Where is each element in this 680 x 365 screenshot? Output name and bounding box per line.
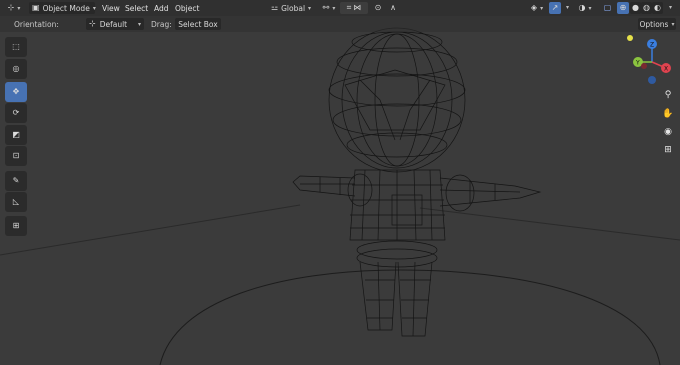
- snap-toggle[interactable]: ⌗ ⋈: [340, 2, 368, 14]
- eye-icon: ◈: [530, 3, 538, 12]
- tool-measure[interactable]: ◺: [5, 192, 27, 212]
- pivot-dropdown[interactable]: ⚯ ▾: [318, 2, 340, 14]
- tool-scale[interactable]: ◩: [5, 125, 27, 145]
- measure-icon: ◺: [12, 197, 20, 206]
- mode-label: Object Mode: [42, 3, 90, 13]
- snap-icon: ⌗: [346, 3, 352, 12]
- snap-target-icon: ⋈: [353, 3, 362, 12]
- tool-select-box[interactable]: ⬚: [5, 37, 27, 57]
- tool-settings-bar: Orientation: ⊹ Default ▾ Drag: Select Bo…: [0, 16, 680, 32]
- orientation-setting-dropdown[interactable]: ⊹ Default ▾: [86, 18, 144, 30]
- chevron-down-icon: ▾: [17, 4, 21, 12]
- orientation-icon: ⚍: [270, 3, 279, 12]
- proportional-icon: ⊙: [374, 3, 382, 12]
- options-label: Options: [639, 19, 669, 29]
- gizmo-y-label: Y: [635, 60, 640, 67]
- scale-icon: ◩: [12, 130, 20, 139]
- viewport-header: ⊹ ▾ ▣ Object Mode ▾ View Select Add Objec…: [0, 0, 680, 16]
- overlays-icon: ◑: [578, 3, 586, 12]
- mode-dropdown[interactable]: ▣ Object Mode ▾: [29, 2, 96, 14]
- navigation-gizmo[interactable]: Z X Y: [622, 32, 680, 92]
- wireframe-sphere-icon: ⊕: [619, 3, 627, 12]
- gizmo-icon: ↗: [551, 3, 559, 12]
- tool-cursor[interactable]: ◎: [5, 59, 27, 79]
- drag-setting-label: Drag:: [151, 19, 172, 29]
- rendered-sphere-icon: ◐: [654, 3, 661, 12]
- tool-annotate[interactable]: ✎: [5, 171, 27, 191]
- orientation-label: Global: [281, 3, 306, 13]
- camera-icon: ◉: [664, 127, 672, 137]
- transform-orientation-dropdown[interactable]: ⚍ Global ▾: [267, 2, 315, 14]
- menu-object[interactable]: Object: [175, 2, 199, 14]
- chevron-down-icon: ▾: [308, 4, 312, 12]
- menu-select[interactable]: Select: [125, 2, 148, 14]
- hand-icon: ✋: [662, 109, 674, 119]
- gizmo-neg-x-axis: [641, 63, 647, 69]
- ground-circle: [159, 269, 661, 365]
- annotate-icon: ✎: [12, 176, 20, 185]
- material-sphere-icon: ◍: [643, 3, 650, 12]
- floor-grid-line: [419, 207, 680, 241]
- select-box-icon: ⬚: [12, 42, 20, 51]
- editor-type-button[interactable]: ⊹ ▾: [3, 2, 25, 14]
- character-wireframe: [292, 27, 542, 337]
- falloff-curve-icon: ∧: [390, 3, 396, 12]
- options-dropdown[interactable]: Options ▾: [638, 18, 676, 30]
- light-icon: [627, 35, 633, 41]
- object-mode-icon: ▣: [32, 3, 40, 12]
- tool-add-cube[interactable]: ⊞: [5, 216, 27, 236]
- grid-icon: ⊞: [664, 145, 672, 155]
- camera-view-button[interactable]: ◉: [661, 125, 675, 139]
- gizmo-toggle[interactable]: ↗: [549, 2, 561, 14]
- solid-sphere-icon: ●: [632, 3, 639, 12]
- xray-icon: ▢: [603, 3, 612, 12]
- falloff-button[interactable]: ∧: [386, 2, 400, 14]
- floor-grid-line: [0, 204, 301, 256]
- chevron-down-icon: ▾: [92, 4, 96, 12]
- add-cube-icon: ⊞: [12, 221, 20, 230]
- magnifier-icon: ⚲: [664, 90, 672, 100]
- overlays-dropdown[interactable]: ◑ ▾: [575, 2, 595, 14]
- zoom-button[interactable]: ⚲: [661, 88, 675, 102]
- drag-setting-dropdown[interactable]: Select Box: [175, 18, 221, 30]
- orientation-setting-label: Orientation:: [14, 19, 59, 29]
- show-gizmo-dropdown[interactable]: ◈ ▾: [527, 2, 547, 14]
- drag-setting-value: Select Box: [178, 19, 218, 29]
- 3d-viewport[interactable]: [0, 0, 680, 365]
- pan-button[interactable]: ✋: [661, 107, 675, 121]
- gizmo-z-label: Z: [650, 42, 654, 49]
- move-icon: ✥: [12, 87, 20, 96]
- tool-transform[interactable]: ⊡: [5, 146, 27, 166]
- tool-move[interactable]: ✥: [5, 82, 27, 102]
- gizmo-x-label: X: [664, 66, 668, 73]
- link-icon: ⚯: [322, 3, 330, 12]
- chevron-down-icon: ▾: [332, 4, 336, 12]
- shading-rendered-button[interactable]: ◐: [652, 2, 663, 14]
- chevron-down-icon: ▾: [137, 20, 141, 28]
- chevron-down-icon: ▾: [671, 20, 675, 28]
- shading-wireframe-button[interactable]: ⊕: [617, 2, 629, 14]
- gizmo-neg-z-axis: [648, 76, 656, 84]
- shading-material-button[interactable]: ◍: [641, 2, 652, 14]
- chevron-down-icon: ▾: [588, 4, 592, 12]
- rotate-icon: ⟳: [12, 108, 20, 117]
- menu-add[interactable]: Add: [154, 2, 169, 14]
- chevron-down-icon[interactable]: ▾: [669, 4, 672, 11]
- orientation-axes-icon: ⊹: [89, 19, 96, 28]
- transform-icon: ⊡: [12, 151, 20, 160]
- chevron-down-icon[interactable]: ▾: [566, 4, 569, 11]
- cursor-icon: ◎: [12, 64, 20, 73]
- tool-rotate[interactable]: ⟳: [5, 103, 27, 123]
- axes-icon: ⊹: [7, 3, 15, 12]
- orientation-setting-value: Default: [99, 19, 128, 29]
- proportional-editing-button[interactable]: ⊙: [370, 2, 386, 14]
- chevron-down-icon: ▾: [540, 4, 544, 12]
- menu-view[interactable]: View: [102, 2, 120, 14]
- shading-solid-button[interactable]: ●: [630, 2, 641, 14]
- projection-toggle-button[interactable]: ⊞: [661, 143, 675, 157]
- viewport-canvas[interactable]: [0, 0, 680, 365]
- xray-toggle[interactable]: ▢: [601, 2, 614, 14]
